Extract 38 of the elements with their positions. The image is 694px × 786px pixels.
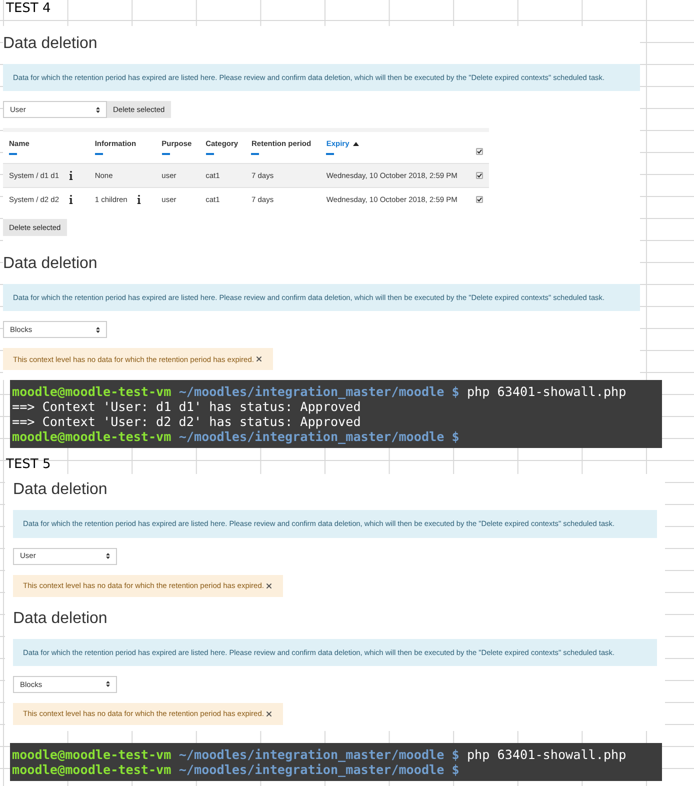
page-heading: Data deletion: [13, 480, 108, 500]
page-heading: Data deletion: [3, 254, 98, 274]
dropdown-arrows-icon: [96, 326, 100, 333]
collapse-icon[interactable]: [326, 153, 334, 156]
info-icon[interactable]: [69, 171, 74, 180]
collapse-icon[interactable]: [9, 153, 17, 156]
prompt-path: ~/moodles/integration_master/moodle $: [178, 384, 460, 400]
collapse-icon[interactable]: [206, 153, 214, 156]
terminal-output: ==> Context 'User: d1 d1' has status: Approved: [12, 399, 362, 414]
prompt-path: ~/moodles/integration_master/moodle $: [178, 746, 460, 762]
dropdown-arrows-icon: [106, 553, 110, 560]
cell-label: TEST 5: [6, 456, 52, 474]
terminal-output: ==> Context 'User: d2 d2' has status: Approved: [12, 414, 362, 430]
cell-label: TEST 4: [6, 0, 52, 18]
prompt-user-host: moodle@moodle-test-vm: [12, 746, 172, 762]
dropdown-arrows-icon: [106, 681, 110, 688]
prompt-path: ~/moodles/integration_master/moodle $: [178, 429, 460, 444]
collapse-icon[interactable]: [251, 153, 260, 156]
checkbox[interactable]: [476, 172, 483, 180]
dropdown-arrows-icon: [96, 106, 100, 113]
prompt-path: ~/moodles/integration_master/moodle $: [178, 762, 460, 777]
info-icon[interactable]: [137, 195, 142, 204]
terminal-command: php 63401-showall.php: [466, 746, 626, 762]
collapse-icon[interactable]: [162, 153, 170, 156]
close-icon[interactable]: [264, 710, 273, 718]
prompt-user-host: moodle@moodle-test-vm: [12, 429, 172, 444]
page-heading: Data deletion: [13, 608, 108, 629]
page-heading: Data deletion: [3, 34, 98, 54]
prompt-user-host: moodle@moodle-test-vm: [12, 762, 172, 777]
checkbox[interactable]: [476, 196, 483, 204]
close-icon[interactable]: [254, 355, 263, 364]
prompt-user-host: moodle@moodle-test-vm: [12, 384, 172, 400]
terminal-command: php 63401-showall.php: [466, 384, 626, 400]
info-icon[interactable]: [69, 195, 74, 204]
close-icon[interactable]: [264, 582, 273, 590]
collapse-icon[interactable]: [94, 153, 103, 156]
checkbox[interactable]: [476, 148, 483, 156]
sort-caret-icon: [353, 142, 360, 146]
